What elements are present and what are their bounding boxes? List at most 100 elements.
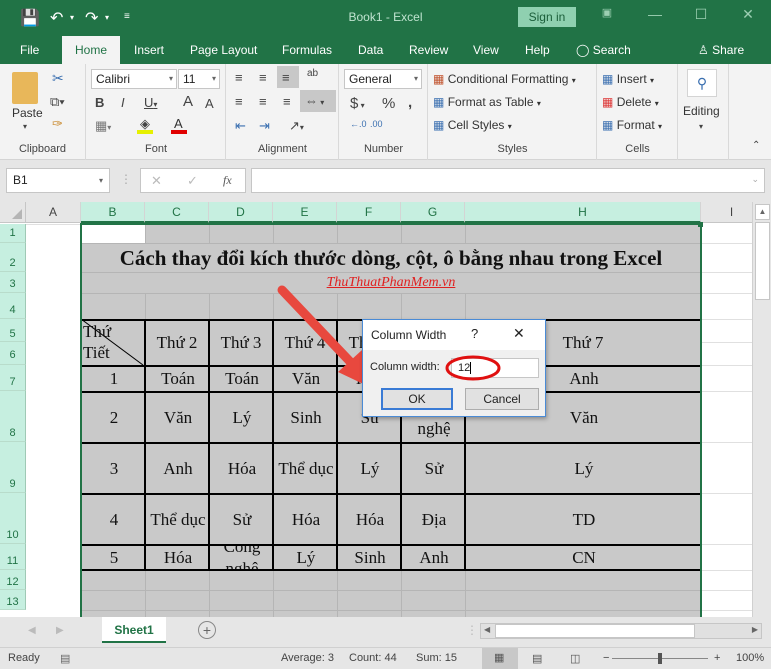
align-right-icon[interactable]: ≡ <box>283 94 291 109</box>
cancel-formula-icon[interactable]: ✕ <box>151 173 162 189</box>
align-left-icon[interactable]: ≡ <box>235 94 243 109</box>
row-header-1[interactable]: 1 <box>0 224 26 243</box>
orientation-icon[interactable]: ↗▾ <box>289 118 304 134</box>
save-icon[interactable]: 💾 <box>20 8 40 28</box>
page-break-view-icon[interactable]: ◫ <box>570 652 580 665</box>
font-color-icon[interactable]: A <box>171 116 189 134</box>
ribbon-display-icon[interactable]: ▣ <box>592 6 622 19</box>
find-icon[interactable]: ⚲ <box>687 69 717 97</box>
underline-icon[interactable]: U▾ <box>144 95 157 110</box>
minimize-icon[interactable]: — <box>640 6 670 22</box>
column-header-h[interactable]: H <box>465 202 701 223</box>
enter-formula-icon[interactable]: ✓ <box>187 173 198 189</box>
tab-split-grip[interactable]: ⋮ <box>466 623 478 637</box>
scroll-right-icon[interactable]: ▶ <box>752 625 758 634</box>
italic-icon[interactable]: I <box>121 95 125 110</box>
macro-recording-icon[interactable]: ▤ <box>60 652 70 665</box>
ok-button[interactable]: OK <box>381 388 453 410</box>
vertical-scroll-thumb[interactable] <box>755 222 770 300</box>
scroll-left-icon[interactable]: ◀ <box>484 625 490 634</box>
comma-icon[interactable]: , <box>408 94 412 111</box>
row-header-6[interactable]: 6 <box>0 342 26 365</box>
next-sheet-icon[interactable]: ▶ <box>56 625 64 636</box>
bold-icon[interactable]: B <box>95 95 104 110</box>
customize-qat-icon[interactable]: ≡ <box>124 11 130 22</box>
align-middle-icon[interactable]: ≡ <box>259 70 267 85</box>
zoom-in-icon[interactable]: + <box>714 652 720 664</box>
zoom-out-icon[interactable]: − <box>603 652 609 664</box>
maximize-icon[interactable]: ☐ <box>686 6 716 23</box>
decrease-indent-icon[interactable]: ⇤ <box>235 118 246 134</box>
row-header-3[interactable]: 3 <box>0 272 26 293</box>
column-header-a[interactable]: A <box>26 202 81 223</box>
fill-color-icon[interactable]: ◈ <box>137 116 155 134</box>
horizontal-scrollbar[interactable]: ◀ ▶ <box>480 623 762 639</box>
zoom-level[interactable]: 100% <box>736 652 764 664</box>
format-cells-button[interactable]: ▦ Format ▾ <box>602 118 662 132</box>
delete-cells-button[interactable]: ▦ Delete ▾ <box>602 95 659 109</box>
row-header-2[interactable]: 2 <box>0 243 26 272</box>
column-header-f[interactable]: F <box>337 202 401 223</box>
formula-input[interactable]: ⌄ <box>251 168 765 193</box>
horizontal-scroll-thumb[interactable] <box>495 624 695 638</box>
column-header-g[interactable]: G <box>401 202 465 223</box>
zoom-slider-thumb[interactable] <box>658 653 662 664</box>
row-header-4[interactable]: 4 <box>0 293 26 319</box>
row-header-9[interactable]: 9 <box>0 442 26 493</box>
row-header-5[interactable]: 5 <box>0 319 26 342</box>
tab-help[interactable]: Help <box>517 36 558 64</box>
tab-file[interactable]: File <box>12 36 47 64</box>
help-button[interactable]: ? <box>471 326 478 341</box>
row-header-8[interactable]: 8 <box>0 391 26 442</box>
expand-formula-icon[interactable]: ⌄ <box>751 174 759 185</box>
tab-insert[interactable]: Insert <box>126 36 172 64</box>
normal-view-button[interactable]: ▦ <box>482 648 518 669</box>
editing-group[interactable]: ⚲ Editing ▾ <box>679 64 729 160</box>
redo-dropdown-icon[interactable]: ▾ <box>105 13 109 22</box>
number-format-select[interactable]: General ▾ <box>344 69 422 89</box>
insert-function-icon[interactable]: fx <box>223 173 232 188</box>
cell-styles-button[interactable]: ▦ Cell Styles ▾ <box>433 118 512 132</box>
wrap-text-icon[interactable]: ab <box>307 68 318 79</box>
page-layout-view-icon[interactable]: ▤ <box>532 652 542 665</box>
sign-in-button[interactable]: Sign in <box>518 7 576 27</box>
add-sheet-icon[interactable]: + <box>198 621 216 639</box>
row-header-12[interactable]: 12 <box>0 570 26 590</box>
align-center-icon[interactable]: ≡ <box>259 94 267 109</box>
editing-dropdown-icon[interactable]: ▾ <box>699 122 703 131</box>
tab-page-layout[interactable]: Page Layout <box>182 36 265 64</box>
collapse-ribbon-icon[interactable]: ⌃ <box>752 140 760 151</box>
align-top-icon[interactable]: ≡ <box>235 70 243 85</box>
format-as-table-button[interactable]: ▦ Format as Table ▾ <box>433 95 541 109</box>
share-button[interactable]: ♙ Share <box>690 36 752 64</box>
font-family-select[interactable]: Calibri ▾ <box>91 69 177 89</box>
undo-dropdown-icon[interactable]: ▾ <box>70 13 74 22</box>
tab-home[interactable]: Home <box>62 36 120 64</box>
name-box[interactable]: B1 ▾ <box>6 168 110 193</box>
undo-icon[interactable]: ↶ <box>50 8 63 28</box>
row-header-10[interactable]: 10 <box>0 493 26 544</box>
column-header-d[interactable]: D <box>209 202 273 223</box>
borders-icon[interactable]: ▦▾ <box>95 118 111 134</box>
column-header-c[interactable]: C <box>145 202 209 223</box>
tab-view[interactable]: View <box>465 36 507 64</box>
close-icon[interactable]: ✕ <box>733 6 763 23</box>
currency-icon[interactable]: $ ▾ <box>350 95 365 112</box>
percent-icon[interactable]: % <box>382 95 395 112</box>
copy-icon[interactable]: ⧉▾ <box>50 94 65 110</box>
align-bottom-icon[interactable]: ≡ <box>277 66 299 88</box>
merge-center-icon[interactable]: ⇔ ▾ <box>300 90 336 112</box>
paste-icon[interactable] <box>12 72 38 104</box>
conditional-formatting-button[interactable]: ▦ Conditional Formatting ▾ <box>433 72 576 86</box>
search-tab[interactable]: ◯ Search <box>568 36 639 64</box>
tab-formulas[interactable]: Formulas <box>274 36 340 64</box>
column-header-e[interactable]: E <box>273 202 337 223</box>
row-header-7[interactable]: 7 <box>0 365 26 391</box>
insert-cells-button[interactable]: ▦ Insert ▾ <box>602 72 654 86</box>
select-all-button[interactable] <box>0 202 26 223</box>
tab-review[interactable]: Review <box>401 36 456 64</box>
sheet-tab-sheet1[interactable]: Sheet1 <box>102 617 166 643</box>
decrease-font-icon[interactable]: A <box>205 96 214 111</box>
fill-handle[interactable] <box>698 222 703 227</box>
vertical-scrollbar[interactable]: ▲ <box>752 202 771 617</box>
